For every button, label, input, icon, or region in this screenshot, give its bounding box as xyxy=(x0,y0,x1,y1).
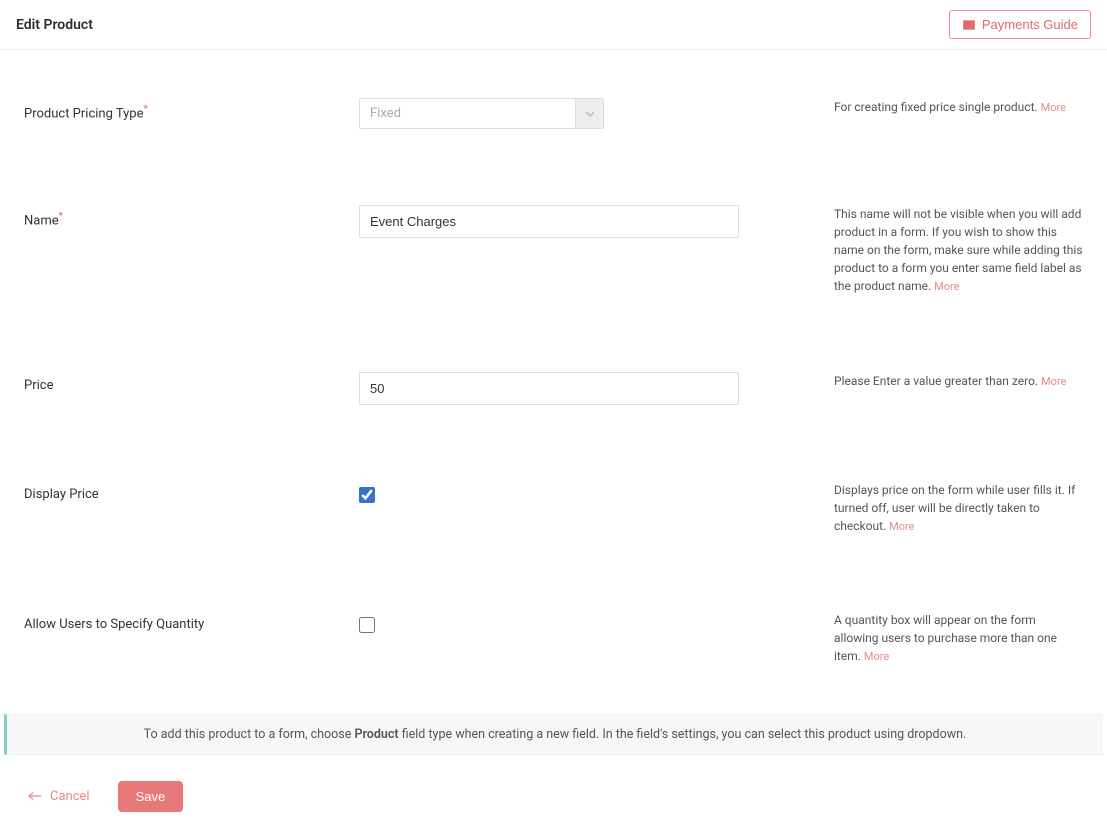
more-link[interactable]: More xyxy=(934,280,959,293)
payments-guide-label: Payments Guide xyxy=(982,17,1078,32)
help-pricing-type: For creating fixed price single product.… xyxy=(739,98,1083,117)
row-price: Price Please Enter a value greater than … xyxy=(24,334,1083,443)
form-body: Product Pricing Type* Fixed For creating… xyxy=(0,50,1107,704)
save-button[interactable]: Save xyxy=(118,781,184,812)
more-link[interactable]: More xyxy=(1041,101,1066,114)
help-name: This name will not be visible when you w… xyxy=(739,205,1083,296)
help-text: Please Enter a value greater than zero. xyxy=(834,374,1038,388)
label-allow-qty: Allow Users to Specify Quantity xyxy=(24,611,359,632)
footer: Cancel Save xyxy=(0,755,1107,838)
more-link[interactable]: More xyxy=(889,520,914,533)
help-text: For creating fixed price single product. xyxy=(834,100,1038,114)
allow-qty-checkbox[interactable] xyxy=(359,617,375,633)
row-allow-qty: Allow Users to Specify Quantity A quanti… xyxy=(24,573,1083,704)
page-header: Edit Product Payments Guide xyxy=(0,0,1107,50)
help-text: Displays price on the form while user fi… xyxy=(834,483,1075,533)
label-display-price: Display Price xyxy=(24,481,359,502)
label-text: Name xyxy=(24,213,59,228)
arrow-left-icon xyxy=(28,791,42,801)
page-title: Edit Product xyxy=(16,17,93,33)
row-pricing-type: Product Pricing Type* Fixed For creating… xyxy=(24,60,1083,167)
more-link[interactable]: More xyxy=(1041,375,1066,388)
price-input[interactable] xyxy=(359,372,739,405)
row-display-price: Display Price Displays price on the form… xyxy=(24,443,1083,574)
payments-guide-button[interactable]: Payments Guide xyxy=(949,10,1091,39)
label-text: Product Pricing Type xyxy=(24,106,144,121)
chevron-down-icon xyxy=(575,99,603,128)
cancel-button[interactable]: Cancel xyxy=(28,789,90,804)
label-name: Name* xyxy=(24,205,359,228)
info-bar: To add this product to a form, choose Pr… xyxy=(4,714,1103,755)
label-price: Price xyxy=(24,372,359,393)
guide-icon xyxy=(962,18,976,32)
required-star: * xyxy=(59,211,63,222)
pricing-type-select[interactable]: Fixed xyxy=(359,98,604,129)
help-display-price: Displays price on the form while user fi… xyxy=(739,481,1083,536)
row-name: Name* This name will not be visible when… xyxy=(24,167,1083,334)
name-input[interactable] xyxy=(359,205,739,238)
help-allow-qty: A quantity box will appear on the form a… xyxy=(739,611,1083,666)
display-price-checkbox[interactable] xyxy=(359,487,375,503)
info-prefix: To add this product to a form, choose xyxy=(144,727,355,742)
select-value: Fixed xyxy=(370,106,401,121)
more-link[interactable]: More xyxy=(864,650,889,663)
cancel-label: Cancel xyxy=(50,789,90,804)
help-price: Please Enter a value greater than zero. … xyxy=(739,372,1083,391)
info-suffix: field type when creating a new field. In… xyxy=(399,727,967,742)
info-bold: Product xyxy=(354,727,398,742)
label-pricing-type: Product Pricing Type* xyxy=(24,98,359,121)
label-text: Price xyxy=(24,378,53,393)
label-text: Display Price xyxy=(24,487,99,502)
label-text: Allow Users to Specify Quantity xyxy=(24,617,204,632)
required-star: * xyxy=(144,104,148,115)
